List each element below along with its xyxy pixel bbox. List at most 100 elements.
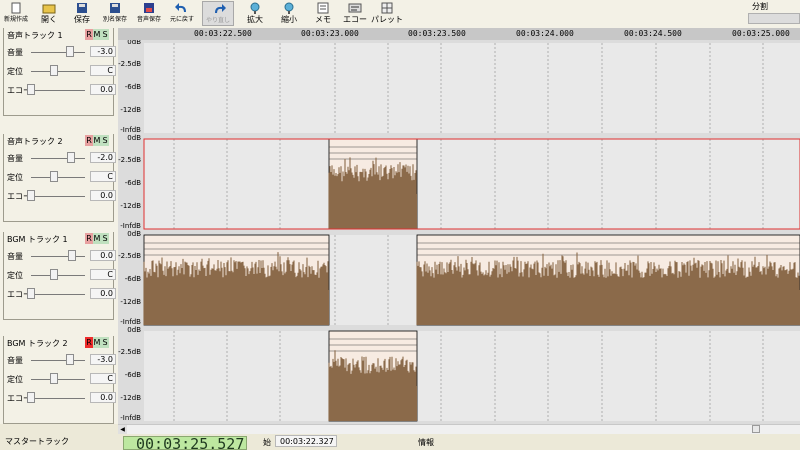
- track-name[interactable]: 音声トラック 2: [7, 136, 63, 147]
- lane-wave-area[interactable]: [144, 139, 800, 229]
- track-lane[interactable]: 0dB -2.5dB -6dB -12dB -InfdB: [118, 326, 800, 424]
- echo-slider[interactable]: [31, 90, 85, 91]
- redo-icon: [215, 4, 226, 13]
- info-label: 情報: [418, 438, 434, 447]
- mute-button[interactable]: M: [93, 337, 101, 348]
- lane-wave-area[interactable]: [144, 331, 800, 421]
- volume-value[interactable]: 0.0: [90, 250, 116, 261]
- pan-slider-knob[interactable]: [50, 171, 58, 182]
- zoomout-button[interactable]: 縮小: [273, 1, 305, 26]
- echo-value[interactable]: 0.0: [90, 288, 116, 299]
- track-lane[interactable]: 0dB -2.5dB -6dB -12dB -InfdB: [118, 230, 800, 328]
- undo-icon: [175, 3, 186, 12]
- audio-clip[interactable]: [416, 234, 800, 326]
- echo-value[interactable]: 0.0: [90, 392, 116, 403]
- mute-button[interactable]: M: [93, 135, 101, 146]
- pan-slider[interactable]: [31, 71, 85, 72]
- echo-icon: [348, 3, 362, 13]
- db-label: -6dB: [125, 275, 141, 283]
- mute-button[interactable]: M: [93, 233, 101, 244]
- solo-button[interactable]: S: [101, 29, 109, 40]
- pan-label: 定位: [7, 375, 23, 384]
- scroll-left-icon[interactable]: ◀: [118, 425, 127, 434]
- save-button[interactable]: 保存: [66, 1, 98, 26]
- track-name[interactable]: BGM トラック 1: [7, 234, 68, 245]
- volume-value[interactable]: -2.0: [90, 152, 116, 163]
- volume-label: 音量: [7, 154, 23, 163]
- pan-value[interactable]: C: [90, 65, 116, 76]
- volume-value[interactable]: -3.0: [90, 46, 116, 57]
- from-time-field[interactable]: 00:03:22.327: [275, 435, 337, 447]
- volume-slider[interactable]: [31, 158, 85, 159]
- echo-value[interactable]: 0.0: [90, 84, 116, 95]
- mute-button[interactable]: M: [93, 29, 101, 40]
- memo-icon: [317, 2, 329, 14]
- audio-clip[interactable]: [328, 330, 418, 422]
- ruler-tick: 00:03:24.000: [516, 29, 574, 38]
- volume-slider-knob[interactable]: [66, 354, 75, 365]
- redo-button[interactable]: やり直し: [202, 1, 234, 26]
- pan-value[interactable]: C: [90, 269, 116, 280]
- volume-slider[interactable]: [31, 360, 85, 361]
- volume-label: 音量: [7, 252, 23, 261]
- record-button[interactable]: R: [85, 135, 93, 146]
- volume-slider-knob[interactable]: [66, 46, 75, 57]
- volume-slider[interactable]: [31, 256, 85, 257]
- echo-value[interactable]: 0.0: [90, 190, 116, 201]
- track-panel: 音声トラック 1 R M S 音量 -3.0 定位 C エコー 0.0: [3, 28, 116, 116]
- volume-value[interactable]: -3.0: [90, 354, 116, 365]
- echo-slider-knob[interactable]: [27, 190, 35, 201]
- track-lanes[interactable]: 0dB-2.5dB-6dB-12dB-InfdB0dB-2.5dB-6dB-12…: [118, 40, 800, 424]
- split-field[interactable]: [748, 13, 800, 24]
- echo-button[interactable]: エコー: [339, 1, 371, 26]
- pan-slider[interactable]: [31, 177, 85, 178]
- echo-slider[interactable]: [31, 196, 85, 197]
- echo-slider-knob[interactable]: [27, 84, 35, 95]
- volume-row: 音量 -3.0: [7, 46, 116, 58]
- memo-button[interactable]: メモ: [307, 1, 339, 26]
- db-label: -2.5dB: [118, 156, 141, 164]
- time-ruler[interactable]: 00:03:22.500 00:03:23.000 00:03:23.500 00:0…: [118, 28, 800, 40]
- echo-slider[interactable]: [31, 294, 85, 295]
- pan-slider-knob[interactable]: [50, 373, 58, 384]
- record-button[interactable]: R: [85, 233, 93, 244]
- timeline-area[interactable]: 00:03:22.500 00:03:23.000 00:03:23.500 00:0…: [118, 28, 800, 424]
- zoomin-label: 拡大: [247, 15, 263, 24]
- undo-button[interactable]: 元に戻す: [166, 1, 198, 26]
- pan-slider[interactable]: [31, 379, 85, 380]
- pan-slider-knob[interactable]: [50, 65, 58, 76]
- echo-slider-knob[interactable]: [27, 288, 35, 299]
- pan-value[interactable]: C: [90, 373, 116, 384]
- waveform-body: [417, 290, 800, 325]
- echo-slider[interactable]: [31, 398, 85, 399]
- volume-slider-knob[interactable]: [68, 250, 77, 261]
- volume-slider-knob[interactable]: [67, 152, 76, 163]
- echo-slider-knob[interactable]: [27, 392, 35, 403]
- new-button[interactable]: 新規作成: [0, 1, 32, 26]
- open-button[interactable]: 開く: [33, 1, 65, 26]
- track-name[interactable]: BGM トラック 2: [7, 338, 68, 349]
- volume-slider[interactable]: [31, 52, 85, 53]
- audio-clip[interactable]: [143, 234, 330, 326]
- palette-button[interactable]: パレット: [371, 1, 403, 26]
- zoomin-button[interactable]: 拡大: [239, 1, 271, 26]
- solo-button[interactable]: S: [101, 233, 109, 244]
- record-button[interactable]: R: [85, 337, 93, 348]
- pan-slider-knob[interactable]: [50, 269, 58, 280]
- record-button[interactable]: R: [85, 29, 93, 40]
- db-label: -2.5dB: [118, 252, 141, 260]
- solo-button[interactable]: S: [101, 135, 109, 146]
- pan-value[interactable]: C: [90, 171, 116, 182]
- saveas-button[interactable]: 別名保存: [99, 1, 131, 26]
- track-lane[interactable]: 0dB -2.5dB -6dB -12dB -InfdB: [118, 134, 800, 232]
- track-name[interactable]: 音声トラック 1: [7, 30, 63, 41]
- scroll-thumb[interactable]: [752, 425, 760, 433]
- track-lane[interactable]: 0dB -2.5dB -6dB -12dB -InfdB: [118, 40, 800, 136]
- horizontal-scrollbar[interactable]: ◀: [118, 424, 800, 434]
- lane-wave-area[interactable]: [144, 43, 800, 133]
- pan-slider[interactable]: [31, 275, 85, 276]
- waveform-body: [329, 386, 417, 421]
- solo-button[interactable]: S: [101, 337, 109, 348]
- audio-clip[interactable]: [328, 138, 418, 230]
- audiosave-button[interactable]: 音声保存: [133, 1, 165, 26]
